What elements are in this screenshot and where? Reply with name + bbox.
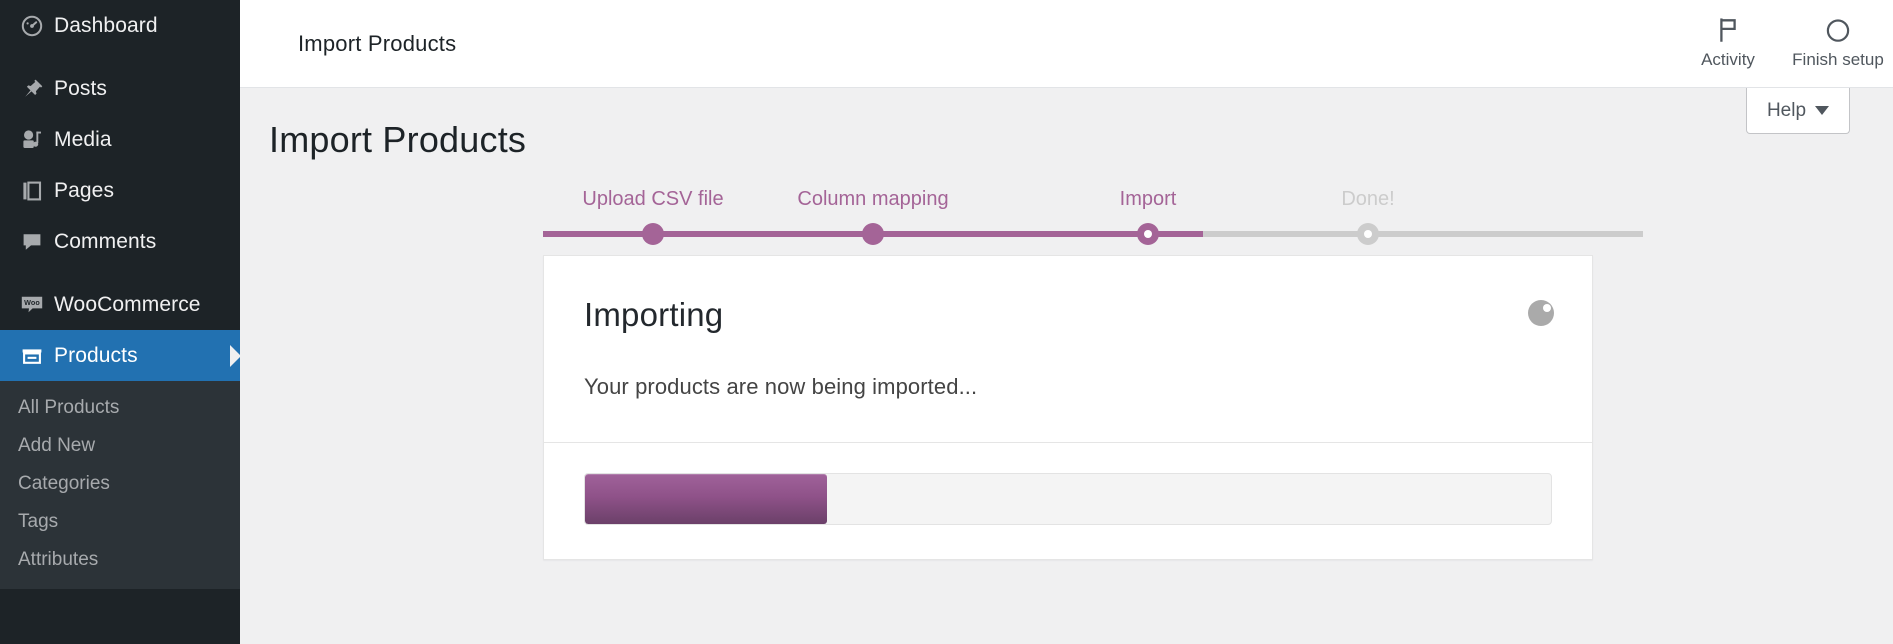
circle-icon	[1825, 17, 1851, 43]
media-icon	[10, 128, 54, 152]
sidebar-item-label: Media	[54, 128, 112, 152]
sidebar-item-add-new[interactable]: Add New	[0, 427, 240, 465]
sidebar-item-tags[interactable]: Tags	[0, 503, 240, 541]
dashboard-icon	[10, 14, 54, 38]
svg-text:Woo: Woo	[24, 298, 40, 307]
finish-setup-label: Finish setup	[1792, 50, 1884, 70]
import-stepper: Upload CSV file Column mapping Import Do…	[543, 188, 1643, 248]
flag-icon	[1716, 17, 1740, 43]
sidebar-group-primary: Dashboard Posts	[0, 0, 240, 381]
top-bar-actions: Activity Finish setup	[1673, 0, 1893, 88]
import-status-text: Your products are now being imported...	[584, 374, 1552, 400]
sidebar-item-woocommerce[interactable]: Woo WooCommerce	[0, 279, 240, 330]
step-dot	[862, 223, 884, 245]
admin-sidebar: Dashboard Posts	[0, 0, 240, 644]
sidebar-item-media[interactable]: Media	[0, 114, 240, 165]
import-progress-fill	[585, 474, 827, 524]
pages-icon	[10, 179, 54, 203]
sidebar-submenu-products: All Products Add New Categories Tags Att…	[0, 381, 240, 589]
import-card-footer	[544, 442, 1592, 559]
sidebar-item-posts[interactable]: Posts	[0, 63, 240, 114]
finish-setup-button[interactable]: Finish setup	[1783, 0, 1893, 88]
loading-spinner-icon	[1528, 300, 1554, 326]
step-column-mapping[interactable]: Column mapping	[753, 188, 993, 210]
step-label: Upload CSV file	[533, 188, 773, 210]
breadcrumb-title: Import Products	[298, 31, 456, 57]
import-progress-bar	[584, 473, 1552, 525]
sidebar-item-categories[interactable]: Categories	[0, 465, 240, 503]
step-upload-csv-file[interactable]: Upload CSV file	[533, 188, 773, 210]
import-card-heading: Importing	[584, 296, 1552, 334]
step-dot	[1357, 223, 1379, 245]
sidebar-item-products[interactable]: Products	[0, 330, 240, 381]
sidebar-item-comments[interactable]: Comments	[0, 216, 240, 267]
step-done[interactable]: Done!	[1248, 188, 1488, 210]
woocommerce-icon: Woo	[10, 293, 54, 317]
step-dot	[1137, 223, 1159, 245]
activity-button[interactable]: Activity	[1673, 0, 1783, 88]
sidebar-divider	[0, 267, 240, 279]
products-icon	[10, 344, 54, 368]
sidebar-item-label: Pages	[54, 179, 114, 203]
step-label: Import	[1028, 188, 1268, 210]
wordpress-admin-screen: Dashboard Posts	[0, 0, 1893, 644]
step-label: Column mapping	[753, 188, 993, 210]
sidebar-item-label: Comments	[54, 230, 156, 254]
activity-label: Activity	[1701, 50, 1755, 70]
page-title: Import Products	[269, 119, 1893, 161]
comments-icon	[10, 230, 54, 254]
step-dot	[642, 223, 664, 245]
step-label: Done!	[1248, 188, 1488, 210]
sidebar-item-label: WooCommerce	[54, 293, 201, 317]
sidebar-divider	[0, 51, 240, 63]
admin-top-bar: Import Products Activity Finish setup	[240, 0, 1893, 88]
pin-icon	[10, 77, 54, 101]
help-button[interactable]: Help	[1746, 88, 1850, 134]
sidebar-item-label: Products	[54, 344, 138, 368]
help-label: Help	[1767, 100, 1806, 122]
sidebar-item-label: Posts	[54, 77, 107, 101]
import-card: Importing Your products are now being im…	[543, 255, 1593, 560]
sidebar-item-label: Dashboard	[54, 14, 158, 38]
sidebar-item-all-products[interactable]: All Products	[0, 389, 240, 427]
sidebar-item-attributes[interactable]: Attributes	[0, 541, 240, 579]
main-content: Import Products Upload CSV file Column m…	[240, 88, 1893, 644]
import-card-body: Importing Your products are now being im…	[544, 256, 1592, 442]
chevron-down-icon	[1815, 106, 1829, 115]
sidebar-item-dashboard[interactable]: Dashboard	[0, 0, 240, 51]
step-import[interactable]: Import	[1028, 188, 1268, 210]
sidebar-item-pages[interactable]: Pages	[0, 165, 240, 216]
